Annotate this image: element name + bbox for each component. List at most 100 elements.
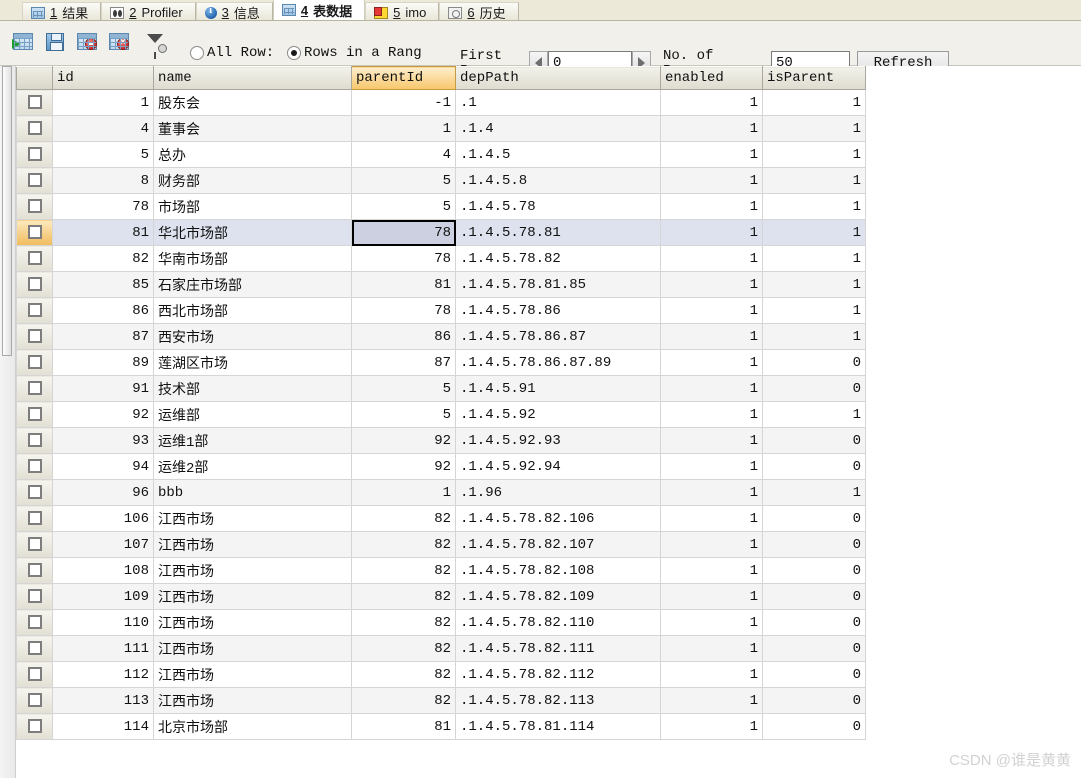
cell-isParent[interactable]: 0 — [762, 505, 866, 532]
tab-结果[interactable]: 1 结果 — [22, 2, 102, 20]
table-row[interactable]: 109 江西市场 82.1.4.5.78.82.109 1 0 — [16, 583, 866, 610]
cell-depPath[interactable]: .1.4.5.78.82.106 — [455, 505, 661, 532]
cell-name[interactable]: 江西市场 — [153, 531, 352, 558]
cell-name[interactable]: 石家庄市场部 — [153, 271, 352, 298]
row-select-checkbox-cell[interactable] — [16, 167, 53, 194]
tab-imo[interactable]: 5 imo — [365, 2, 440, 20]
cell-id[interactable]: 107 — [52, 531, 154, 558]
row-select-checkbox-cell[interactable] — [16, 531, 53, 558]
checkbox-icon[interactable] — [27, 588, 42, 603]
cell-isParent[interactable]: 0 — [762, 427, 866, 454]
cell-isParent[interactable]: 0 — [762, 609, 866, 636]
cell-enabled[interactable]: 1 — [660, 557, 763, 584]
cell-enabled[interactable]: 1 — [660, 713, 763, 740]
cell-id[interactable]: 94 — [52, 453, 154, 480]
tab-历史[interactable]: 6 历史 — [439, 2, 519, 20]
cell-isParent[interactable]: 1 — [762, 193, 866, 220]
cell-id[interactable]: 5 — [52, 141, 154, 168]
checkbox-icon[interactable] — [27, 562, 42, 577]
save-button[interactable] — [42, 30, 68, 54]
cell-name[interactable]: 运维部 — [153, 401, 352, 428]
row-select-checkbox-cell[interactable] — [16, 375, 53, 402]
cell-enabled[interactable]: 1 — [660, 141, 763, 168]
table-row[interactable]: 106 江西市场 82.1.4.5.78.82.106 1 0 — [16, 505, 866, 532]
tab-信息[interactable]: 3 信息 — [195, 2, 273, 20]
table-row[interactable]: 94 运维2部 92.1.4.5.92.94 1 0 — [16, 453, 866, 480]
row-select-checkbox-cell[interactable] — [16, 89, 53, 116]
tab-Profiler[interactable]: 2 Profiler — [101, 2, 196, 20]
checkbox-icon[interactable] — [27, 614, 42, 629]
cell-name[interactable]: 江西市场 — [153, 661, 352, 688]
cell-enabled[interactable]: 1 — [660, 401, 763, 428]
cell-name[interactable]: 江西市场 — [153, 557, 352, 584]
cell-enabled[interactable]: 1 — [660, 349, 763, 376]
cell-name[interactable]: 董事会 — [153, 115, 352, 142]
cell-name[interactable]: 股东会 — [153, 89, 352, 116]
table-row[interactable]: 107 江西市场 82.1.4.5.78.82.107 1 0 — [16, 531, 866, 558]
cell-id[interactable]: 106 — [52, 505, 154, 532]
cell-depPath[interactable]: .1.4.5.92.94 — [455, 453, 661, 480]
table-row[interactable]: 112 江西市场 82.1.4.5.78.82.112 1 0 — [16, 661, 866, 688]
cell-isParent[interactable]: 0 — [762, 583, 866, 610]
cell-id[interactable]: 81 — [52, 219, 154, 246]
cell-name[interactable]: 总办 — [153, 141, 352, 168]
row-select-checkbox-cell[interactable] — [16, 609, 53, 636]
checkbox-icon[interactable] — [27, 510, 42, 525]
cell-name[interactable]: 江西市场 — [153, 609, 352, 636]
table-row[interactable]: 87 西安市场 86.1.4.5.78.86.87 1 1 — [16, 323, 866, 350]
cell-depPath[interactable]: .1.4.5.78.82.113 — [455, 687, 661, 714]
cell-parentId[interactable]: 4 — [351, 141, 456, 168]
cell-enabled[interactable]: 1 — [660, 479, 763, 506]
cell-id[interactable]: 108 — [52, 557, 154, 584]
cell-id[interactable]: 96 — [52, 479, 154, 506]
delete-row-button[interactable] — [74, 30, 100, 54]
row-select-checkbox-cell[interactable] — [16, 583, 53, 610]
checkbox-icon[interactable] — [27, 432, 42, 447]
column-header-name[interactable]: name — [153, 66, 352, 90]
row-select-checkbox-cell[interactable] — [16, 219, 53, 246]
cell-depPath[interactable]: .1.96 — [455, 479, 661, 506]
column-header-depPath[interactable]: depPath — [455, 66, 661, 90]
cell-parentId[interactable]: 1 — [351, 479, 456, 506]
table-row[interactable]: 5 总办 4.1.4.5 1 1 — [16, 141, 866, 168]
cell-enabled[interactable]: 1 — [660, 635, 763, 662]
checkbox-icon[interactable] — [27, 666, 42, 681]
cell-id[interactable]: 8 — [52, 167, 154, 194]
cell-isParent[interactable]: 0 — [762, 453, 866, 480]
column-header-id[interactable]: id — [52, 66, 154, 90]
table-data-grid[interactable]: id name parentId depPath enabled isParent 1 股东… — [16, 66, 866, 740]
cell-enabled[interactable]: 1 — [660, 271, 763, 298]
cell-parentId[interactable]: 81 — [351, 713, 456, 740]
cell-enabled[interactable]: 1 — [660, 609, 763, 636]
table-row[interactable]: 110 江西市场 82.1.4.5.78.82.110 1 0 — [16, 609, 866, 636]
cell-enabled[interactable]: 1 — [660, 453, 763, 480]
row-select-checkbox-cell[interactable] — [16, 557, 53, 584]
checkbox-icon[interactable] — [27, 328, 42, 343]
cell-isParent[interactable]: 0 — [762, 557, 866, 584]
cell-enabled[interactable]: 1 — [660, 375, 763, 402]
cell-id[interactable]: 113 — [52, 687, 154, 714]
cell-isParent[interactable]: 0 — [762, 531, 866, 558]
checkbox-icon[interactable] — [27, 94, 42, 109]
cancel-row-button[interactable] — [106, 30, 132, 54]
checkbox-icon[interactable] — [27, 640, 42, 655]
cell-id[interactable]: 111 — [52, 635, 154, 662]
cell-name[interactable]: 莲湖区市场 — [153, 349, 352, 376]
cell-parentId[interactable]: 1 — [351, 115, 456, 142]
cell-isParent[interactable]: 1 — [762, 297, 866, 324]
cell-enabled[interactable]: 1 — [660, 583, 763, 610]
table-row[interactable]: 113 江西市场 82.1.4.5.78.82.113 1 0 — [16, 687, 866, 714]
row-select-checkbox-cell[interactable] — [16, 505, 53, 532]
cell-id[interactable]: 112 — [52, 661, 154, 688]
cell-parentId[interactable]: 82 — [351, 505, 456, 532]
table-row[interactable]: 86 西北市场部 78.1.4.5.78.86 1 1 — [16, 297, 866, 324]
cell-depPath[interactable]: .1.4 — [455, 115, 661, 142]
cell-isParent[interactable]: 1 — [762, 167, 866, 194]
cell-enabled[interactable]: 1 — [660, 661, 763, 688]
cell-isParent[interactable]: 1 — [762, 401, 866, 428]
cell-isParent[interactable]: 0 — [762, 375, 866, 402]
table-row[interactable]: 85 石家庄市场部 81.1.4.5.78.81.85 1 1 — [16, 271, 866, 298]
row-select-checkbox-cell[interactable] — [16, 479, 53, 506]
tab-表数据[interactable]: 4 表数据 — [272, 0, 366, 20]
cell-enabled[interactable]: 1 — [660, 323, 763, 350]
